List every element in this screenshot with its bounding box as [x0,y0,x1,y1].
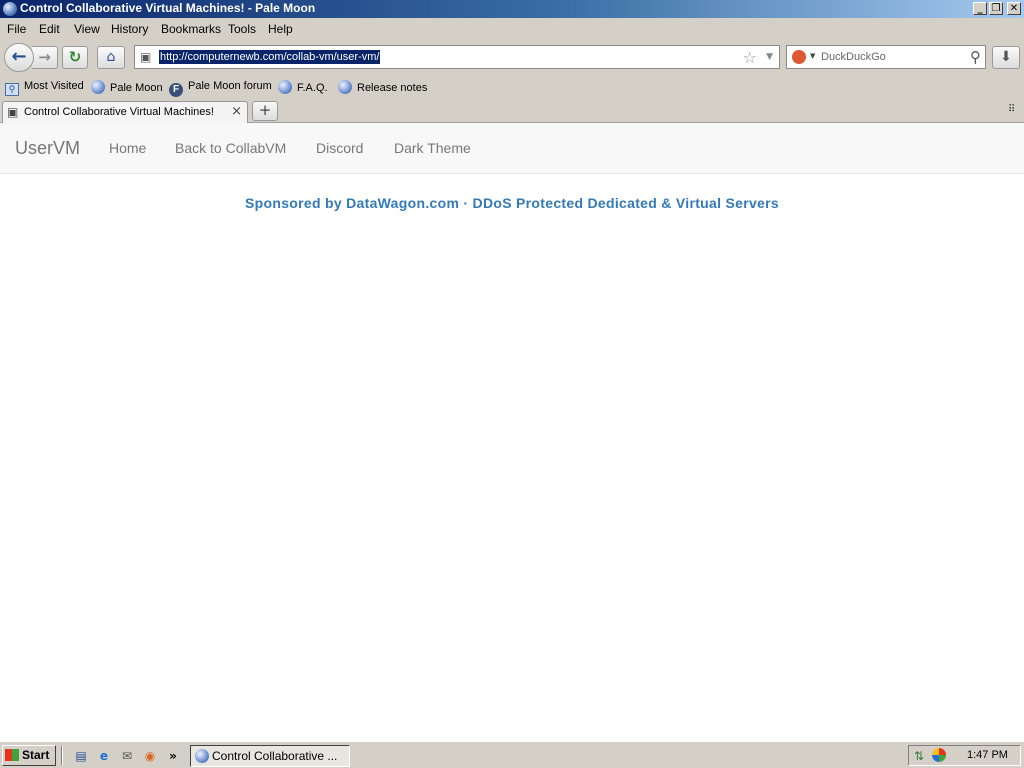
sponsor-link[interactable]: Sponsored by DataWagon.com · DDoS Protec… [0,195,1024,211]
menu-bar: File Edit View History Bookmarks Tools H… [0,18,1024,39]
download-icon: ⬇ [1000,49,1012,65]
new-tab-button[interactable]: + [252,101,278,121]
home-button[interactable]: ⌂ [97,46,125,69]
outlook-express-icon[interactable]: ✉ [119,748,135,764]
bookmark-most-visited[interactable]: ⚲ Most Visited [5,80,84,96]
close-tab-icon[interactable]: × [231,104,242,119]
forward-button[interactable]: → [32,46,58,69]
search-bar[interactable]: ▼ DuckDuckGo ⚲ [786,45,986,69]
page-content: UserVM Home Back to CollabVM Discord Dar… [0,123,1024,741]
duckduckgo-icon[interactable] [792,50,806,64]
show-desktop-icon[interactable]: ▤ [73,748,89,764]
arrow-left-icon: ← [11,46,27,67]
windows-flag-icon [5,749,19,761]
site-navbar: UserVM Home Back to CollabVM Discord Dar… [0,123,1024,174]
bookmark-star-icon[interactable]: ☆ [743,48,757,67]
menu-view[interactable]: View [74,22,100,36]
taskbar: Start ▤ e ✉ ◉ » Control Collaborative ..… [0,741,1024,768]
maximize-button[interactable]: ❐ [989,2,1003,15]
bookmark-faq[interactable]: F.A.Q. [278,80,328,94]
internet-explorer-icon[interactable]: e [96,748,112,764]
menu-bookmarks[interactable]: Bookmarks [161,22,221,36]
globe-icon [278,80,292,94]
forum-icon: F [169,83,183,97]
menu-help[interactable]: Help [268,22,293,36]
globe-icon [91,80,105,94]
engine-dropdown-icon[interactable]: ▼ [810,52,815,60]
bookmarks-toolbar: ⚲ Most Visited Pale Moon F Pale Moon forum… [0,75,1024,99]
start-label: Start [22,748,50,762]
minimize-button[interactable]: _ [973,2,987,15]
site-identity-icon[interactable]: ▣ [140,50,154,64]
palemoon-icon [195,749,209,763]
url-dropdown-icon[interactable]: ▼ [766,52,773,62]
bookmark-label: Pale Moon [110,82,163,94]
window-titlebar[interactable]: Control Collaborative Virtual Machines! … [0,0,1024,18]
url-bar[interactable]: ▣ http://computernewb.com/collab-vm/user… [134,45,780,69]
bookmark-label: F.A.Q. [297,82,328,94]
bookmark-label: Most Visited [24,80,84,92]
reload-icon: ↻ [68,48,82,66]
search-icon[interactable]: ⚲ [970,48,981,66]
close-window-button[interactable]: ✕ [1007,2,1021,15]
menu-edit[interactable]: Edit [39,22,60,36]
navigation-toolbar: → ← ↻ ⌂ ▣ http://computernewb.com/collab… [0,39,1024,75]
browser-quicklaunch-icon[interactable]: ◉ [142,748,158,764]
bookmark-label: Release notes [357,82,428,94]
nav-discord[interactable]: Discord [316,140,363,156]
system-tray: ⇅ 1:47 PM [908,745,1021,766]
search-placeholder[interactable]: DuckDuckGo [821,51,886,63]
tab-bar: ▣ Control Collaborative Virtual Machines… [0,99,1024,123]
site-icon: ▣ [7,105,19,119]
globe-icon [338,80,352,94]
menu-history[interactable]: History [111,22,148,36]
tab-label: Control Collaborative Virtual Machines! [24,106,214,118]
tab-list-icon[interactable]: ⠿ [1008,104,1020,116]
nav-back-to-collabvm[interactable]: Back to CollabVM [175,140,286,156]
downloads-button[interactable]: ⬇ [992,46,1020,69]
menu-tools[interactable]: Tools [228,22,256,36]
bookmark-label: Pale Moon forum [188,80,272,92]
reload-button[interactable]: ↻ [62,46,88,69]
arrow-right-icon: → [38,48,51,66]
windows-update-icon[interactable] [932,748,946,762]
clock[interactable]: 1:47 PM [967,749,1008,761]
url-text[interactable]: http://computernewb.com/collab-vm/user-v… [159,50,381,64]
nav-dark-theme[interactable]: Dark Theme [394,140,471,156]
bookmark-release-notes[interactable]: Release notes [338,80,427,94]
tab-collabvm[interactable]: ▣ Control Collaborative Virtual Machines… [2,101,248,123]
taskbar-separator [61,746,63,765]
start-button[interactable]: Start [2,745,56,766]
site-brand[interactable]: UserVM [15,138,80,159]
quicklaunch-overflow-icon[interactable]: » [165,748,181,764]
nav-home[interactable]: Home [109,140,146,156]
taskbar-window-label: Control Collaborative ... [212,749,338,763]
taskbar-window-button[interactable]: Control Collaborative ... [190,745,350,767]
network-icon[interactable]: ⇅ [914,749,924,763]
menu-file[interactable]: File [7,22,26,36]
palemoon-icon [3,2,17,16]
most-visited-icon: ⚲ [5,83,19,96]
home-icon: ⌂ [106,49,116,65]
back-button[interactable]: ← [4,43,34,72]
window-title: Control Collaborative Virtual Machines! … [20,1,316,15]
bookmark-pale-moon[interactable]: Pale Moon [91,80,163,94]
bookmark-pale-moon-forum[interactable]: F Pale Moon forum [169,80,272,97]
